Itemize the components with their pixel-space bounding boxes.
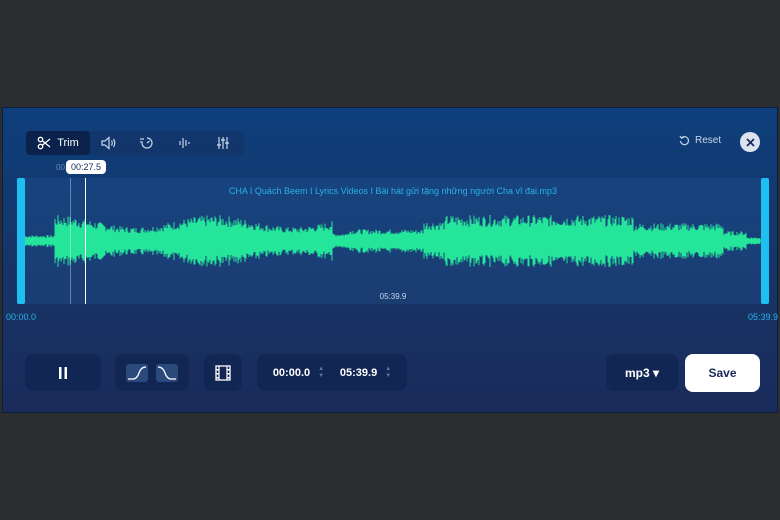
trim-start-handle[interactable]: [17, 178, 25, 304]
tab-trim-label: Trim: [57, 137, 79, 149]
audio-editor-panel: Trim Reset 00:2 00:27.5 CHA I Quách Beem…: [2, 107, 778, 413]
end-time-stepper[interactable]: ▲ ▼: [385, 366, 391, 380]
fade-in-button[interactable]: [126, 363, 148, 382]
close-icon: [745, 137, 755, 147]
save-button[interactable]: Save: [685, 354, 760, 392]
close-button[interactable]: [740, 132, 760, 152]
tab-equalizer[interactable]: [166, 131, 204, 155]
waveform: [24, 215, 761, 267]
film-icon: [215, 364, 231, 381]
end-time-field[interactable]: 05:39.9 ▲ ▼: [340, 366, 391, 380]
fade-controls: [115, 354, 189, 391]
trim-time-fields: 00:00.0 ▲ ▼ 05:39.9 ▲ ▼: [257, 354, 407, 391]
fade-out-button[interactable]: [156, 363, 178, 382]
reset-label: Reset: [695, 135, 722, 146]
tab-mixer[interactable]: [204, 131, 242, 155]
pause-icon: [59, 366, 67, 379]
trim-end-handle[interactable]: [761, 178, 769, 304]
reset-icon: [679, 135, 690, 146]
selection-duration: 05:39.9: [379, 292, 407, 301]
tab-volume[interactable]: [90, 131, 128, 155]
format-select[interactable]: mp3 ▾: [606, 354, 678, 391]
start-time-label: 00:00.0: [6, 312, 37, 322]
mixer-sliders-icon: [217, 137, 229, 149]
playhead[interactable]: [85, 178, 86, 304]
tab-trim[interactable]: Trim: [26, 131, 90, 155]
hover-line: [70, 178, 71, 304]
fade-out-icon: [157, 365, 176, 380]
equalizer-wave-icon: [179, 138, 190, 148]
scissors-icon: [37, 136, 51, 150]
filmstrip-button[interactable]: [204, 354, 242, 391]
format-label: mp3 ▾: [624, 365, 660, 380]
tab-speed[interactable]: [128, 131, 166, 155]
start-time-value: 00:00.0: [272, 366, 311, 379]
end-time-label: 05:39.9: [748, 312, 779, 322]
file-name: CHA I Quách Beem I Lyrics Videos I Bài h…: [228, 186, 558, 196]
start-time-field[interactable]: 00:00.0 ▲ ▼: [273, 366, 324, 380]
volume-icon: [101, 136, 116, 150]
end-time-value: 05:39.9: [339, 366, 378, 379]
fade-in-icon: [128, 365, 147, 380]
playhead-time-badge: 00:27.5: [66, 160, 107, 174]
pause-button[interactable]: [25, 354, 101, 391]
waveform-region[interactable]: CHA I Quách Beem I Lyrics Videos I Bài h…: [17, 178, 769, 304]
speed-icon: [140, 137, 153, 149]
tool-tabs: Trim: [26, 131, 244, 155]
reset-button[interactable]: Reset: [679, 135, 721, 146]
start-time-stepper[interactable]: ▲ ▼: [318, 366, 324, 380]
